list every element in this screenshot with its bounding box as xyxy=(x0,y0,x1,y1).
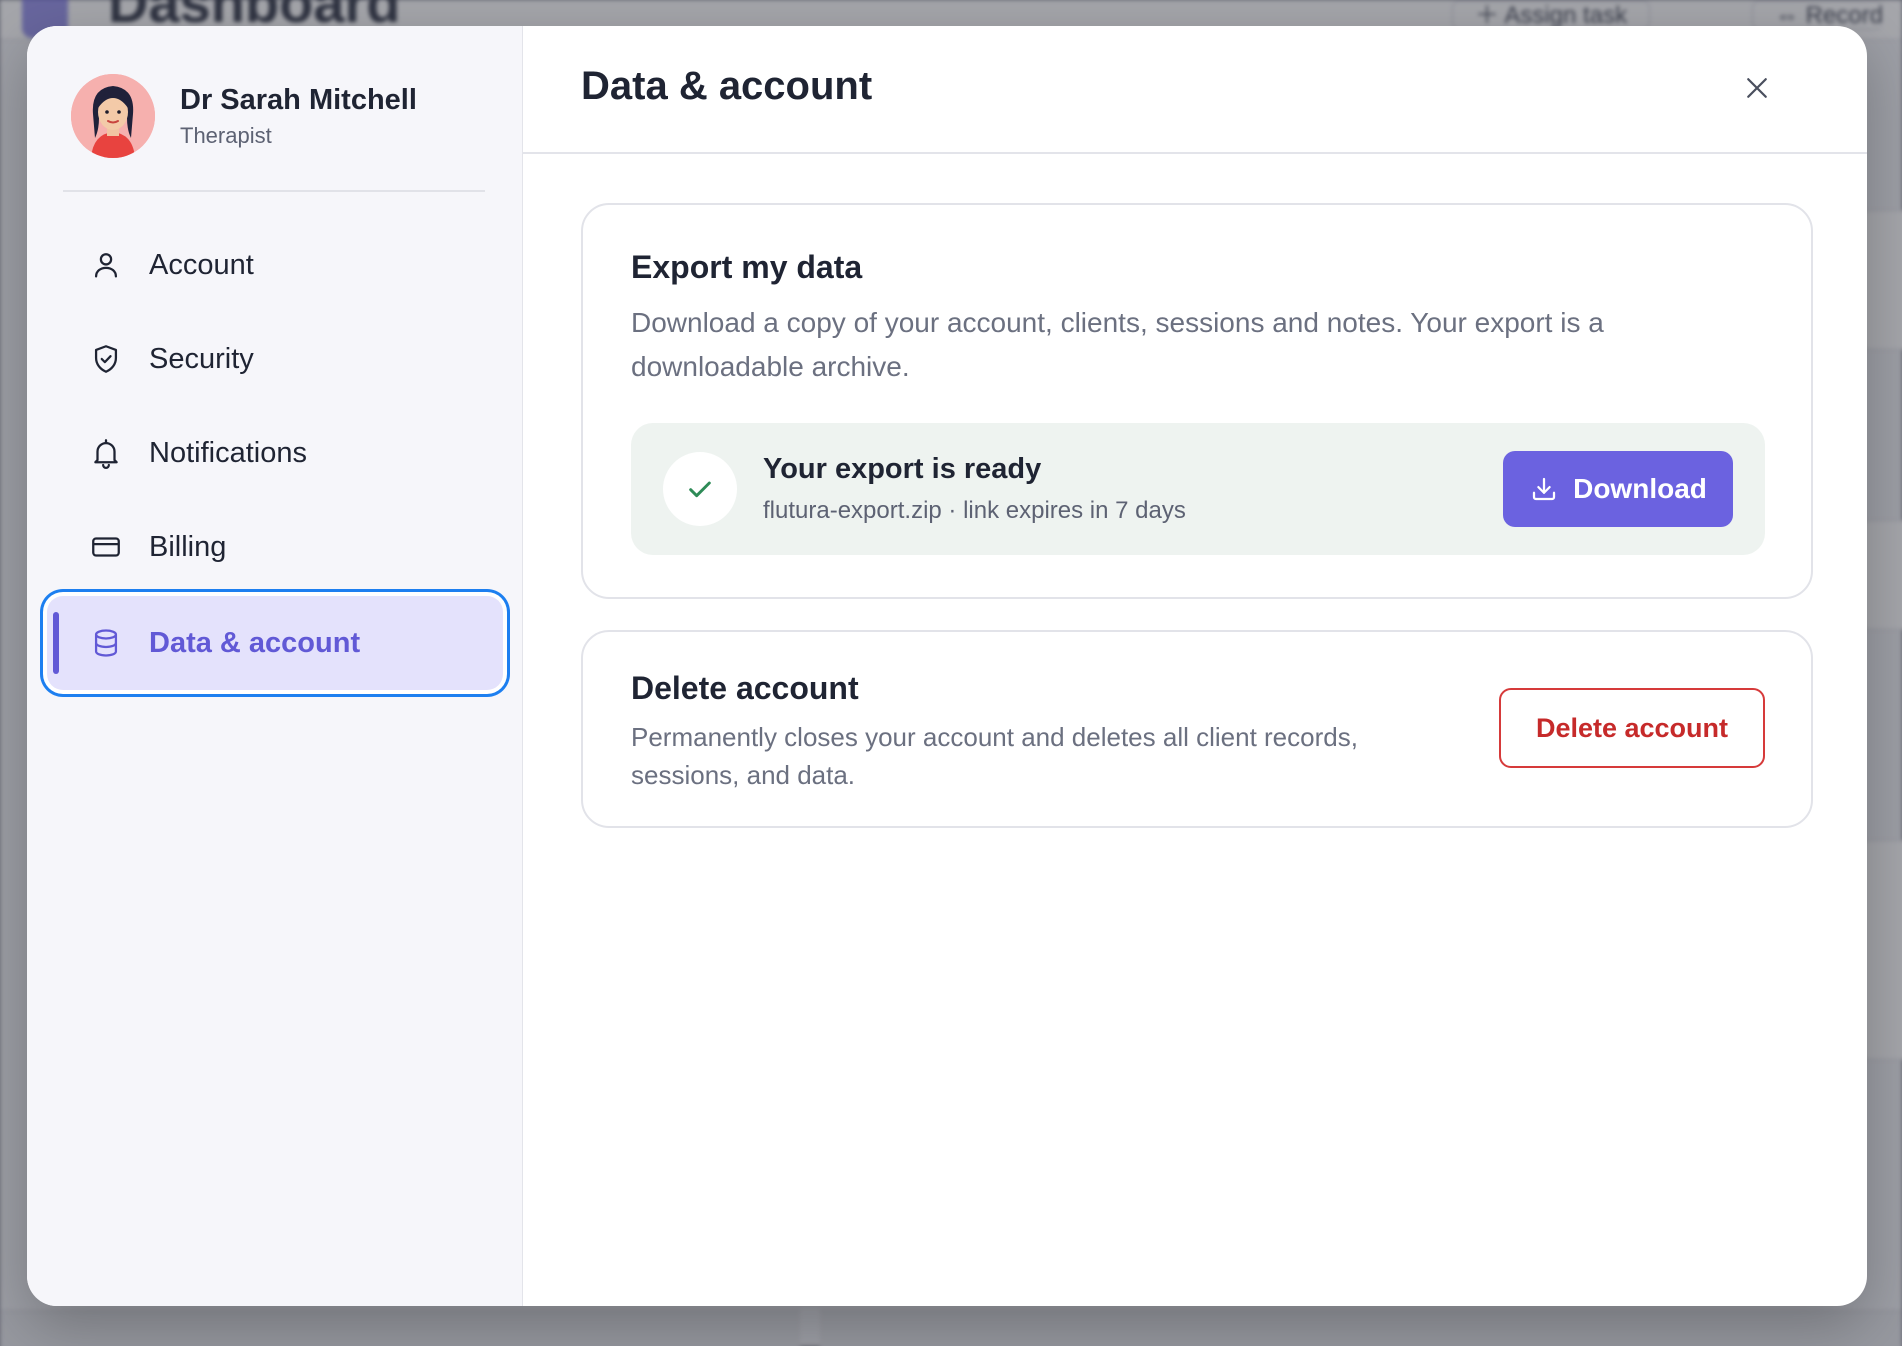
export-status-title: Your export is ready xyxy=(763,453,1042,485)
settings-content: Data & account Export my data Download a… xyxy=(523,26,1867,1306)
shield-check-icon xyxy=(89,342,123,376)
close-icon xyxy=(1747,78,1767,98)
settings-nav: Account Security Notifications Billing D… xyxy=(47,218,503,690)
sidebar-item-label: Billing xyxy=(149,530,227,563)
download-label: Download xyxy=(1573,473,1707,504)
profile-role: Therapist xyxy=(180,123,272,148)
export-title: Export my data xyxy=(631,249,863,285)
content-header: Data & account xyxy=(523,26,1867,154)
download-button[interactable]: Download xyxy=(1503,451,1733,527)
settings-modal: Dr Sarah Mitchell Therapist Account Secu… xyxy=(27,26,1867,1306)
delete-account-button[interactable]: Delete account xyxy=(1499,688,1765,768)
sidebar-item-label: Account xyxy=(149,248,254,281)
avatar-illustration xyxy=(71,74,155,158)
sidebar-item-security[interactable]: Security xyxy=(47,312,503,406)
database-icon xyxy=(89,626,123,660)
avatar xyxy=(71,74,155,158)
sidebar-item-data-account[interactable]: Data & account xyxy=(47,596,503,690)
sidebar-item-billing[interactable]: Billing xyxy=(47,500,503,594)
delete-title: Delete account xyxy=(631,670,859,706)
delete-account-card: Delete account Permanently closes your a… xyxy=(581,630,1813,828)
bell-icon xyxy=(89,436,123,470)
settings-sidebar: Dr Sarah Mitchell Therapist Account Secu… xyxy=(27,26,523,1306)
sidebar-divider xyxy=(63,190,485,192)
user-icon xyxy=(89,248,123,282)
sidebar-item-notifications[interactable]: Notifications xyxy=(47,406,503,500)
delete-description: Permanently closes your account and dele… xyxy=(631,722,1358,790)
profile-header: Dr Sarah Mitchell Therapist xyxy=(71,74,417,158)
sidebar-item-label: Notifications xyxy=(149,436,307,469)
export-description: Download a copy of your account, clients… xyxy=(631,307,1604,382)
sidebar-item-label: Security xyxy=(149,342,254,375)
page-title: Data & account xyxy=(581,64,873,108)
sidebar-item-label: Data & account xyxy=(149,626,361,659)
export-status-box: Your export is ready flutura-export.zip … xyxy=(631,423,1765,555)
check-icon xyxy=(663,452,737,526)
download-icon xyxy=(1529,474,1559,504)
export-status-detail: flutura-export.zip · link expires in 7 d… xyxy=(763,497,1186,524)
profile-name: Dr Sarah Mitchell xyxy=(180,84,417,116)
sidebar-item-account[interactable]: Account xyxy=(47,218,503,312)
credit-card-icon xyxy=(89,530,123,564)
export-data-card: Export my data Download a copy of your a… xyxy=(581,203,1813,599)
close-button[interactable] xyxy=(1735,66,1779,110)
